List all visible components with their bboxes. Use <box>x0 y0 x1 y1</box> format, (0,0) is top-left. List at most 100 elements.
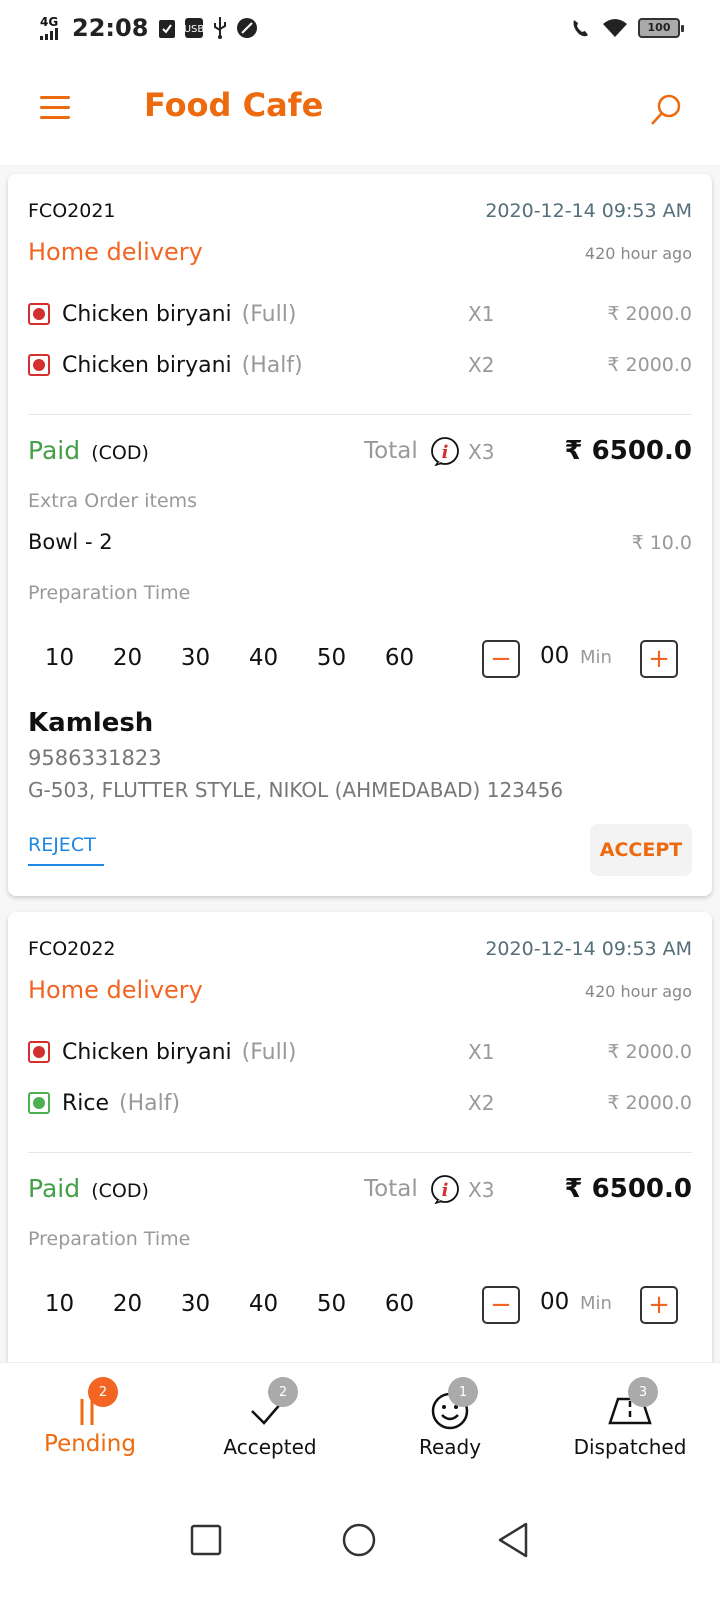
recents-button[interactable] <box>190 1524 222 1560</box>
total-amount: ₹ 6500.0 <box>564 436 692 466</box>
signal-icon <box>40 28 58 40</box>
payment-row: Paid (COD) Total i X3 ₹ 6500.0 <box>28 436 692 470</box>
prep-option-50[interactable]: 50 <box>295 645 368 671</box>
prep-time-unit: Min <box>580 1293 612 1314</box>
tab-badge: 1 <box>448 1377 478 1407</box>
total-label: Total <box>364 438 418 464</box>
extra-item-name: Bowl - 2 <box>28 530 113 554</box>
decrement-button[interactable]: − <box>482 1286 520 1324</box>
delivery-type: Home delivery <box>28 238 203 266</box>
tab-label: Dispatched <box>573 1435 687 1459</box>
prep-option-10[interactable]: 10 <box>23 1291 96 1317</box>
extra-items-label: Extra Order items <box>28 490 198 512</box>
prep-option-60[interactable]: 60 <box>363 1291 436 1317</box>
tab-accepted[interactable]: 2 Accepted <box>180 1363 360 1484</box>
clock: 22:08 <box>72 14 149 42</box>
extra-item: Bowl - 2 ₹ 10.0 <box>28 530 692 554</box>
nonveg-icon <box>28 303 50 325</box>
nonveg-icon <box>28 1041 50 1063</box>
prep-option-30[interactable]: 30 <box>159 645 232 671</box>
prep-option-40[interactable]: 40 <box>227 645 300 671</box>
back-button[interactable] <box>496 1522 530 1562</box>
nonveg-icon <box>28 354 50 376</box>
search-icon[interactable] <box>648 92 684 128</box>
increment-button[interactable]: + <box>640 1286 678 1324</box>
increment-button[interactable]: + <box>640 640 678 678</box>
tab-label: Accepted <box>223 1435 317 1459</box>
payment-row: Paid (COD) Total i X3 ₹ 6500.0 <box>28 1174 692 1208</box>
total-amount: ₹ 6500.0 <box>564 1174 692 1204</box>
payment-status: Paid <box>28 1174 81 1203</box>
bottom-nav: 2 Pending 2 Accepted 1 Ready 3 Dispatche… <box>0 1362 720 1484</box>
item-price: ₹ 2000.0 <box>607 303 692 325</box>
square-icon <box>190 1524 221 1556</box>
wifi-call-icon <box>573 20 588 37</box>
item-name: Rice <box>62 1090 110 1116</box>
item-variant: (Half) <box>241 352 303 378</box>
prep-option-50[interactable]: 50 <box>295 1291 368 1317</box>
svg-text:i: i <box>442 1180 449 1201</box>
tab-dispatched[interactable]: 3 Dispatched <box>540 1363 720 1484</box>
order-id: FCO2021 <box>28 200 116 222</box>
tab-label: Ready <box>418 1435 482 1459</box>
prep-time-unit: Min <box>580 647 612 668</box>
divider <box>28 1152 692 1153</box>
order-datetime: 2020-12-14 09:53 AM <box>485 200 692 222</box>
network-indicator: 4G <box>40 16 62 40</box>
info-icon[interactable]: i <box>430 1174 460 1204</box>
order-card[interactable]: FCO2022 2020-12-14 09:53 AM Home deliver… <box>8 912 712 1388</box>
plus-icon: + <box>648 1290 670 1320</box>
minus-icon: − <box>490 1290 512 1320</box>
plus-icon: + <box>648 644 670 674</box>
order-item: Rice (Half) X2 ₹ 2000.0 <box>28 1083 692 1123</box>
prep-option-40[interactable]: 40 <box>227 1291 300 1317</box>
prep-time-selector: 10 20 30 40 50 60 − 00 Min + <box>28 638 692 680</box>
prep-option-20[interactable]: 20 <box>91 645 164 671</box>
prep-option-20[interactable]: 20 <box>91 1291 164 1317</box>
tab-pending[interactable]: 2 Pending <box>0 1363 180 1484</box>
clipboard-check-icon <box>159 20 176 38</box>
customer-phone: 9586331823 <box>28 746 162 770</box>
prep-time-label: Preparation Time <box>28 582 191 604</box>
item-price: ₹ 2000.0 <box>607 1041 692 1063</box>
prep-time-label: Preparation Time <box>28 1228 191 1250</box>
accept-button[interactable]: ACCEPT <box>590 824 692 876</box>
circle-icon <box>342 1523 376 1557</box>
divider <box>28 414 692 415</box>
prep-option-60[interactable]: 60 <box>363 645 436 671</box>
order-item: Chicken biryani (Full) X1 ₹ 2000.0 <box>28 294 692 334</box>
orders-list[interactable]: FCO2021 2020-12-14 09:53 AM Home deliver… <box>0 166 720 1388</box>
svg-text:USB: USB <box>184 24 204 35</box>
usb-debug-icon: USB <box>184 18 204 38</box>
item-qty: X1 <box>468 302 495 326</box>
item-variant: (Full) <box>241 1039 297 1065</box>
minus-icon: − <box>490 644 512 674</box>
item-variant: (Half) <box>119 1090 181 1116</box>
total-qty: X3 <box>468 1178 495 1202</box>
prep-option-30[interactable]: 30 <box>159 1291 232 1317</box>
order-age: 420 hour ago <box>584 244 692 263</box>
info-icon[interactable]: i <box>430 436 460 466</box>
item-name: Chicken biryani <box>62 1039 232 1065</box>
item-name: Chicken biryani <box>62 301 232 327</box>
prep-option-10[interactable]: 10 <box>23 645 96 671</box>
customer-address: G-503, FLUTTER STYLE, NIKOL (AHMEDABAD) … <box>28 778 564 802</box>
app-bar: Food Cafe <box>0 58 720 166</box>
item-qty: X2 <box>468 1091 495 1115</box>
item-qty: X2 <box>468 353 495 377</box>
item-price: ₹ 2000.0 <box>607 354 692 376</box>
item-qty: X1 <box>468 1040 495 1064</box>
leaf-icon <box>237 18 258 38</box>
decrement-button[interactable]: − <box>482 640 520 678</box>
veg-icon <box>28 1092 50 1114</box>
prep-time-value: 00 <box>540 643 570 669</box>
order-age: 420 hour ago <box>584 982 692 1001</box>
order-card[interactable]: FCO2021 2020-12-14 09:53 AM Home deliver… <box>8 174 712 896</box>
tab-ready[interactable]: 1 Ready <box>360 1363 540 1484</box>
app-title: Food Cafe <box>144 86 324 124</box>
menu-button[interactable] <box>40 96 70 122</box>
tab-badge: 3 <box>628 1377 658 1407</box>
reject-button[interactable]: REJECT <box>28 834 104 866</box>
total-qty: X3 <box>468 440 495 464</box>
home-button[interactable] <box>341 1522 377 1562</box>
